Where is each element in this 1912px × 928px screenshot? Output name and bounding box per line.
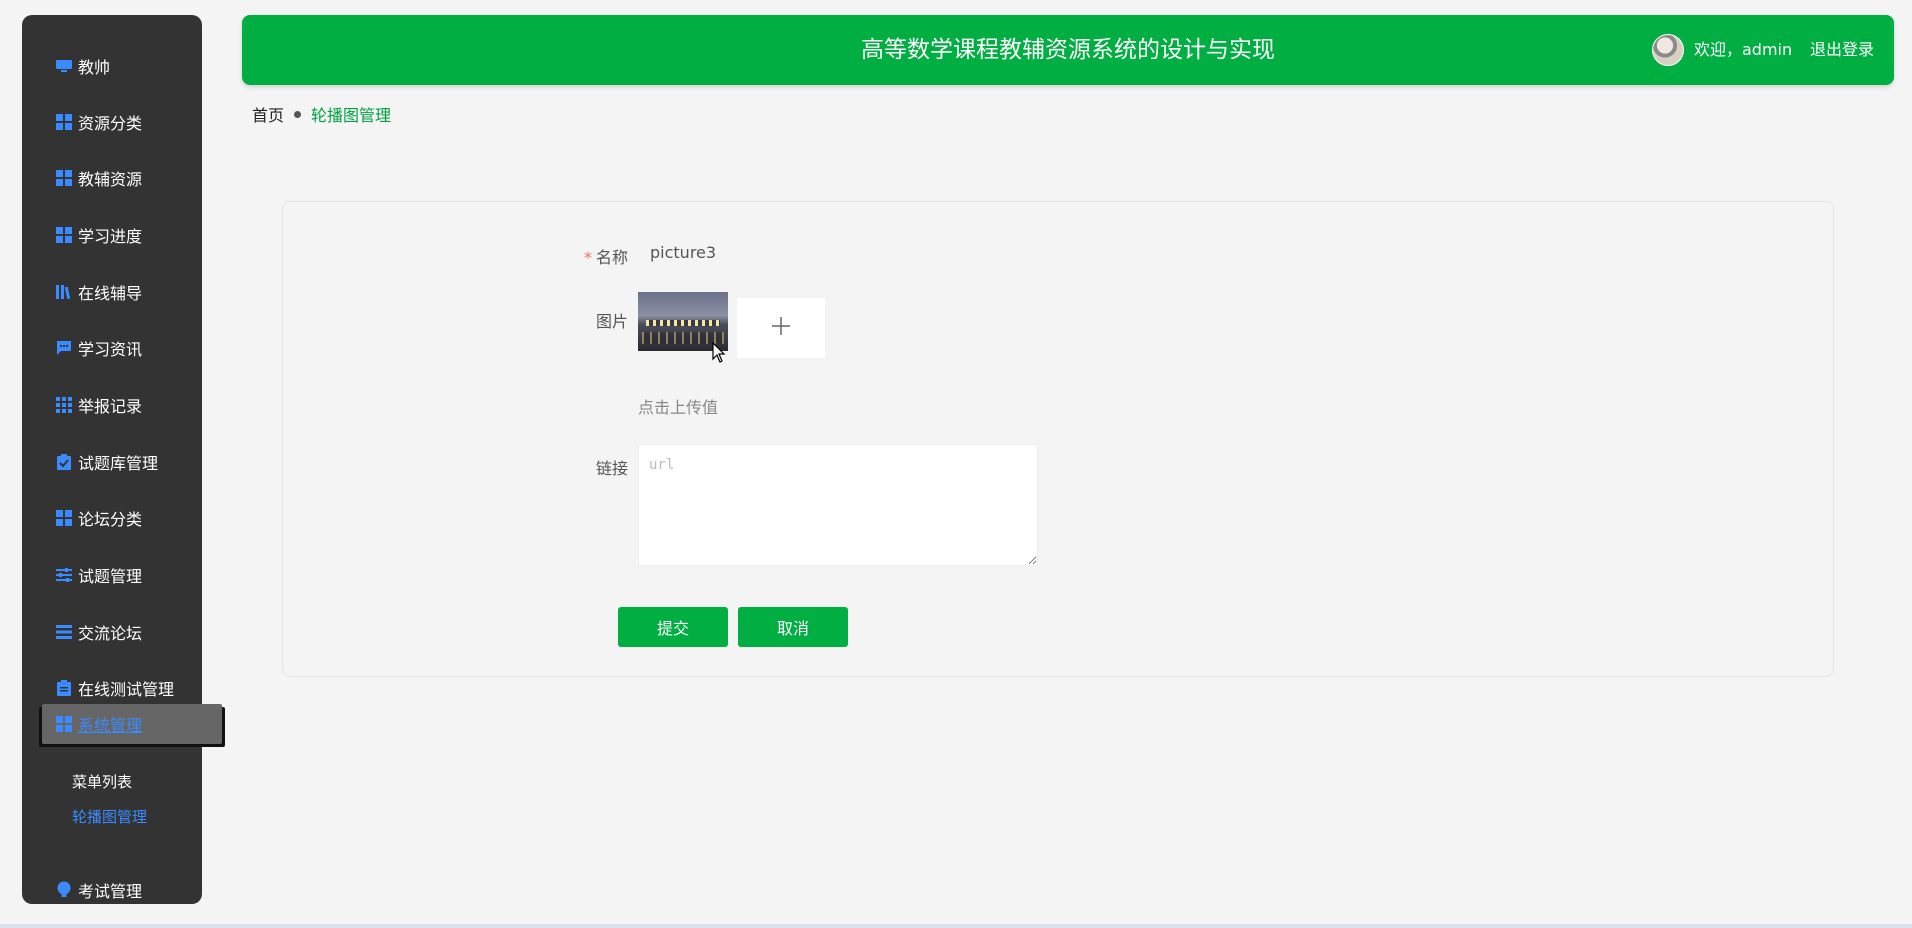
sidebar-item-exam-management[interactable]: 考试管理 <box>22 870 202 910</box>
sidebar-item-learning-news[interactable]: 学习资讯 <box>22 328 202 368</box>
list-icon <box>56 624 72 640</box>
clipboard-icon <box>56 680 72 696</box>
sidebar-item-label: 学习资讯 <box>78 340 143 359</box>
library-icon <box>56 284 72 300</box>
sidebar-item-label: 系统管理 <box>78 716 143 735</box>
apps-icon <box>56 397 72 413</box>
grid-icon <box>56 716 72 732</box>
upload-hint: 点击上传值 <box>638 398 719 417</box>
logout-link[interactable]: 退出登录 <box>1810 15 1874 85</box>
sidebar-item-teacher[interactable]: 教帅 <box>22 46 202 86</box>
header: 高等数学课程教辅资源系统的设计与实现 欢迎，admin 退出登录 <box>242 15 1894 85</box>
sliders-icon <box>56 567 72 583</box>
sidebar-item-learning-progress[interactable]: 学习进度 <box>22 215 202 255</box>
sidebar-item-label: 在线测试管理 <box>78 680 175 699</box>
cancel-button[interactable]: 取消 <box>738 607 848 647</box>
sidebar-item-label: 试题库管理 <box>78 454 159 473</box>
page-bottom-border <box>0 924 1912 928</box>
sidebar-item-system-management[interactable]: 系统管理 <box>42 704 222 744</box>
sidebar-item-label: 举报记录 <box>78 397 143 416</box>
sidebar-item-forum-category[interactable]: 论坛分类 <box>22 498 202 538</box>
sidebar-item-label: 试题管理 <box>78 567 143 586</box>
clipboard-check-icon <box>56 454 72 470</box>
sidebar-item-resource-category[interactable]: 资源分类 <box>22 102 202 142</box>
sidebar-item-label: 学习进度 <box>78 227 143 246</box>
plus-icon <box>771 316 791 340</box>
breadcrumb: 首页 轮播图管理 <box>252 102 391 126</box>
breadcrumb-separator <box>294 110 302 118</box>
sidebar-item-forum[interactable]: 交流论坛 <box>22 612 202 652</box>
sidebar-item-online-tutoring[interactable]: 在线辅导 <box>22 272 202 312</box>
submenu-item-menu-list[interactable]: 菜单列表 <box>72 771 132 792</box>
sidebar-item-label: 在线辅导 <box>78 284 143 303</box>
submenu-item-carousel-management[interactable]: 轮播图管理 <box>72 806 147 827</box>
sidebar-item-label: 论坛分类 <box>78 510 143 529</box>
name-label-text: 名称 <box>596 248 629 267</box>
sidebar-item-question-management[interactable]: 试题管理 <box>22 555 202 595</box>
bulb-icon <box>56 881 72 898</box>
breadcrumb-home[interactable]: 首页 <box>252 102 284 126</box>
avatar[interactable] <box>1652 34 1684 66</box>
form-card <box>282 201 1834 677</box>
sidebar: 教帅 资源分类 教辅资源 学习进度 在线辅导 学习资讯 举报记录 试题库管理 论… <box>22 15 222 904</box>
thumbnail-city-lights <box>646 320 720 326</box>
name-label: * 名称 <box>584 244 628 268</box>
image-label: 图片 <box>596 312 629 331</box>
sidebar-item-report-records[interactable]: 举报记录 <box>22 385 202 425</box>
sidebar-item-label: 教辅资源 <box>78 170 143 189</box>
link-textarea[interactable] <box>638 444 1038 566</box>
app-title: 高等数学课程教辅资源系统的设计与实现 <box>861 37 1275 63</box>
grid-icon <box>56 114 72 130</box>
grid-icon <box>56 170 72 186</box>
submit-button[interactable]: 提交 <box>618 607 728 647</box>
grid-icon <box>56 227 72 243</box>
required-mark: * <box>584 248 592 267</box>
breadcrumb-current: 轮播图管理 <box>311 106 392 125</box>
monitor-icon <box>56 58 72 74</box>
welcome-text: 欢迎，admin <box>1694 40 1793 59</box>
name-value: picture3 <box>650 243 717 262</box>
sidebar-item-teaching-resources[interactable]: 教辅资源 <box>22 158 202 198</box>
grid-icon <box>56 510 72 526</box>
sidebar-item-label: 资源分类 <box>78 114 143 133</box>
mouse-cursor-icon <box>712 341 726 368</box>
sidebar-item-label: 交流论坛 <box>78 624 143 643</box>
sidebar-item-question-bank[interactable]: 试题库管理 <box>22 442 202 482</box>
link-label: 链接 <box>596 459 629 478</box>
sidebar-item-label: 教帅 <box>78 58 111 77</box>
upload-button[interactable] <box>737 298 825 358</box>
chat-icon <box>56 340 72 356</box>
sidebar-item-label: 考试管理 <box>78 882 143 901</box>
sidebar-item-online-test[interactable]: 在线测试管理 <box>22 668 202 708</box>
